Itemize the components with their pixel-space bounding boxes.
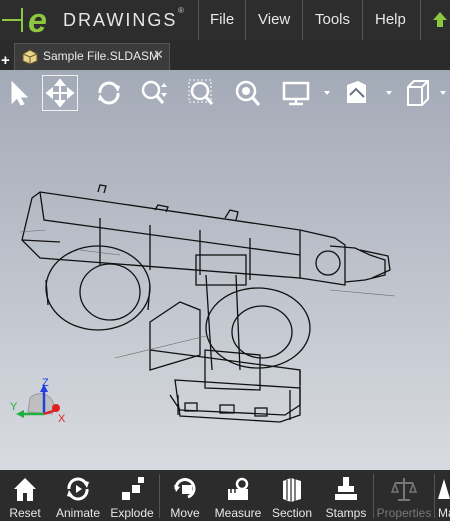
reset-button[interactable]: Reset	[0, 470, 50, 521]
monitor-icon	[282, 81, 330, 106]
edrawings-logo: e DRAWINGS ®	[0, 0, 198, 40]
animate-icon	[67, 477, 89, 501]
appearance-icon	[347, 81, 392, 103]
markup-icon	[438, 479, 450, 499]
menu-help[interactable]: Help	[375, 11, 406, 28]
pan-tool-button[interactable]	[42, 75, 78, 111]
divider	[198, 0, 199, 40]
triad-z-label: Z	[42, 377, 49, 389]
move-button[interactable]: Move	[162, 470, 208, 521]
zoom-to-fit-button[interactable]	[230, 75, 266, 111]
tab-close-button[interactable]: ✕	[153, 47, 164, 63]
properties-label: Properties	[376, 506, 432, 520]
new-tab-button[interactable]: +	[1, 52, 10, 69]
zoom-icon	[141, 80, 167, 104]
orientation-triad[interactable]: Z Y X	[8, 376, 68, 426]
zoom-area-icon	[188, 79, 214, 105]
move-label: Move	[170, 506, 200, 520]
reset-label: Reset	[9, 506, 41, 520]
measure-button[interactable]: Measure	[210, 470, 266, 521]
svg-text:e: e	[28, 2, 47, 40]
menu-tools[interactable]: Tools	[315, 11, 350, 28]
zoom-tool-button[interactable]	[136, 75, 172, 111]
menu-file[interactable]: File	[210, 11, 234, 28]
tab-label: Sample File.SLDASM	[43, 49, 160, 63]
tab-sample-file[interactable]: Sample File.SLDASM ✕	[14, 43, 170, 70]
zoom-fit-icon	[235, 80, 261, 106]
rotate-icon	[98, 81, 120, 105]
scale-icon	[391, 478, 417, 501]
divider	[362, 0, 363, 40]
move-arrows-icon	[45, 78, 75, 108]
markup-button[interactable]: Ma	[434, 470, 450, 521]
measure-label: Measure	[214, 506, 262, 520]
cube-icon	[407, 80, 446, 106]
divider	[302, 0, 303, 40]
menu-view[interactable]: View	[258, 11, 290, 28]
arrow-pointer-icon	[11, 80, 29, 106]
markup-label: Ma	[438, 506, 450, 520]
animate-label: Animate	[55, 506, 101, 520]
upload-arrow-icon[interactable]	[432, 10, 448, 30]
section-icon	[283, 478, 301, 502]
view-orientation-button[interactable]	[400, 75, 450, 111]
triad-y-label: Y	[10, 401, 18, 413]
explode-icon	[122, 477, 144, 500]
section-label: Section	[271, 506, 313, 520]
triad-x-label: X	[58, 413, 66, 425]
edrawings-mark-icon: e	[2, 2, 47, 40]
move-component-icon	[174, 478, 196, 499]
stamps-button[interactable]: Stamps	[320, 470, 372, 521]
stamp-icon	[335, 477, 357, 500]
select-tool-button[interactable]	[0, 75, 36, 111]
measure-icon	[228, 477, 249, 500]
logo-text: DRAWINGS	[63, 10, 178, 30]
home-icon	[14, 478, 36, 501]
appearance-button[interactable]	[338, 75, 394, 111]
rotate-tool-button[interactable]	[91, 75, 127, 111]
title-bar: e DRAWINGS ® File View Tools Help	[0, 0, 450, 40]
animate-button[interactable]: Animate	[50, 470, 106, 521]
zoom-to-area-button[interactable]	[184, 75, 220, 111]
divider	[420, 0, 421, 40]
divider	[245, 0, 246, 40]
3d-viewport[interactable]: Z Y X	[0, 70, 450, 470]
explode-label: Explode	[110, 506, 154, 520]
registered-mark: ®	[178, 6, 184, 15]
section-button[interactable]: Section	[266, 470, 318, 521]
stamps-label: Stamps	[325, 506, 367, 520]
explode-button[interactable]: Explode	[106, 470, 158, 521]
assembly-icon	[22, 49, 38, 65]
display-style-button[interactable]	[278, 75, 332, 111]
properties-button: Properties	[374, 470, 434, 521]
toolbar-divider	[159, 474, 160, 518]
